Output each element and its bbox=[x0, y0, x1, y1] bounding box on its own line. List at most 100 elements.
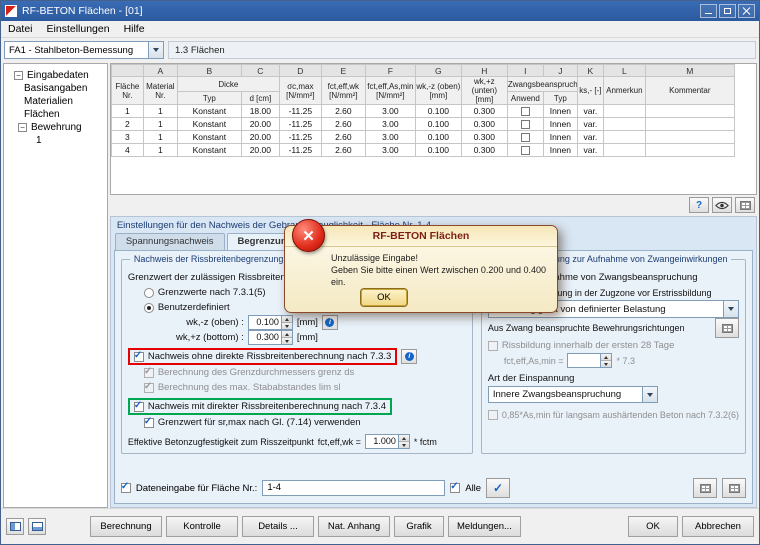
panel-left-icon bbox=[10, 522, 21, 531]
header-row-1: Fläche Nr. Material Nr. Dicke σc,max [N/… bbox=[111, 77, 734, 92]
chevron-down-icon[interactable] bbox=[148, 42, 163, 58]
berechnung-button[interactable]: Berechnung bbox=[90, 516, 162, 537]
error-ok-button[interactable]: OK bbox=[361, 289, 407, 306]
table-grid-icon bbox=[740, 201, 751, 210]
toggle-navigator-button[interactable] bbox=[6, 518, 24, 535]
maximize-button[interactable] bbox=[719, 4, 736, 18]
col-fct-wk: fct,eff,wk [N/mm²] bbox=[321, 77, 365, 105]
spinner-arrows[interactable] bbox=[281, 316, 292, 329]
collapse-icon[interactable]: − bbox=[18, 123, 27, 132]
table-row[interactable]: 21 Konstant20.00 -11.252.60 3.000.100 0.… bbox=[111, 118, 734, 131]
restraint-type-label: Art der Einspannung bbox=[488, 371, 739, 386]
menu-bar: Datei Einstellungen Hilfe bbox=[1, 21, 759, 38]
close-button[interactable] bbox=[738, 4, 755, 18]
info-button[interactable]: i bbox=[322, 315, 338, 330]
maximize-icon bbox=[724, 8, 731, 14]
eff-tension-input[interactable]: 1.000 bbox=[365, 434, 410, 449]
help-button[interactable]: ? bbox=[689, 197, 709, 213]
table-row[interactable]: 11 Konstant18.00 -11.252.60 3.000.100 0.… bbox=[111, 105, 734, 118]
radio-icon[interactable] bbox=[144, 303, 154, 313]
menu-datei[interactable]: Datei bbox=[8, 23, 33, 35]
table-grid-icon bbox=[729, 484, 740, 493]
all-checkbox[interactable] bbox=[450, 483, 460, 493]
anwend-checkbox[interactable] bbox=[521, 120, 530, 129]
info-icon: i bbox=[325, 318, 334, 327]
col-material: Material Nr. bbox=[143, 77, 177, 105]
nat-anhang-button[interactable]: Nat. Anhang bbox=[318, 516, 390, 537]
apply-button[interactable]: ✓ bbox=[486, 478, 510, 498]
close-icon bbox=[743, 7, 751, 15]
meldungen-button[interactable]: Meldungen... bbox=[448, 516, 521, 537]
apply-to-rows-button[interactable] bbox=[693, 478, 717, 498]
anwend-checkbox[interactable] bbox=[521, 107, 530, 116]
surfaces-table[interactable]: ABC DEF GHI JKL M Fläche Nr. Material Nr… bbox=[111, 64, 735, 157]
tree-item-bewehrung-1[interactable]: 1 bbox=[6, 134, 105, 147]
table-settings-button[interactable] bbox=[735, 197, 755, 213]
col-wk-oben: wk,-z (oben) [mm] bbox=[415, 77, 461, 105]
check-with-direct-calc[interactable]: Nachweis mit direkter Rissbreitenberechn… bbox=[128, 398, 392, 415]
data-entry-checkbox[interactable] bbox=[121, 483, 131, 493]
error-icon: ✕ bbox=[292, 219, 325, 252]
abbrechen-button[interactable]: Abbrechen bbox=[682, 516, 754, 537]
wk-bottom-unit: [mm] bbox=[297, 332, 318, 343]
menu-einstellungen[interactable]: Einstellungen bbox=[47, 23, 110, 35]
check-cracking-28days: Rissbildung innerhalb der ersten 28 Tage bbox=[488, 338, 739, 353]
eye-icon bbox=[715, 201, 729, 210]
tree-item-materialien[interactable]: Materialien bbox=[6, 95, 105, 108]
eff-tension-symbol: fct,eff,wk = bbox=[318, 437, 361, 447]
app-window: RF-BETON Flächen - [01] Datei Einstellun… bbox=[0, 0, 760, 545]
checkbox-icon[interactable] bbox=[134, 402, 144, 412]
tree-item-bewehrung[interactable]: − Bewehrung bbox=[6, 121, 105, 134]
data-entry-input[interactable]: 1-4 bbox=[262, 480, 445, 496]
checkbox-icon[interactable] bbox=[134, 352, 144, 362]
spinner-arrows[interactable] bbox=[281, 331, 292, 344]
eff-tension-suffix: * fctm bbox=[414, 437, 437, 447]
anwend-checkbox[interactable] bbox=[521, 133, 530, 142]
eff-tension-label: Effektive Betonzugfestigkeit zum Risszei… bbox=[128, 437, 314, 447]
fct-asmin-input bbox=[567, 353, 612, 368]
menu-hilfe[interactable]: Hilfe bbox=[124, 23, 145, 35]
wk-bottom-input[interactable]: 0.300 bbox=[248, 330, 293, 345]
restraint-type-combo[interactable]: Innere Zwangsbeanspruchung bbox=[488, 386, 658, 403]
details-button[interactable]: Details ... bbox=[242, 516, 314, 537]
restraint-directions-button[interactable] bbox=[715, 318, 739, 338]
tree-item-eingabedaten[interactable]: − Eingabedaten bbox=[6, 69, 105, 82]
col-wk-unten: wk,+z (unten) [mm] bbox=[461, 77, 507, 105]
radio-icon[interactable] bbox=[144, 288, 154, 298]
col-kommentar: Kommentar bbox=[645, 77, 734, 105]
kontrolle-button[interactable]: Kontrolle bbox=[166, 516, 238, 537]
info-button[interactable]: i bbox=[401, 349, 417, 364]
info-icon: i bbox=[405, 352, 414, 361]
ok-button[interactable]: OK bbox=[628, 516, 678, 537]
app-icon bbox=[5, 5, 17, 17]
chevron-down-icon[interactable] bbox=[642, 387, 657, 402]
wk-top-label: wk,-z (oben) : bbox=[156, 317, 244, 328]
tab-spannungsnachweis[interactable]: Spannungsnachweis bbox=[115, 233, 225, 250]
grafik-button[interactable]: Grafik bbox=[394, 516, 444, 537]
chevron-down-icon[interactable] bbox=[723, 301, 738, 317]
checkbox-icon bbox=[144, 383, 154, 393]
view-button[interactable] bbox=[712, 197, 732, 213]
data-entry-row: Dateneingabe für Fläche Nr.: 1-4 Alle ✓ bbox=[121, 478, 746, 498]
checkbox-icon[interactable] bbox=[144, 418, 154, 428]
error-dialog: ✕ RF-BETON Flächen Unzulässige Eingabe! … bbox=[284, 225, 558, 313]
checkbox-icon bbox=[488, 341, 498, 351]
table-row[interactable]: 41 Konstant20.00 -11.252.60 3.000.100 0.… bbox=[111, 144, 734, 157]
check-without-direct-calc[interactable]: Nachweis ohne direkte Rissbreitenberechn… bbox=[128, 348, 397, 365]
toggle-details-button[interactable] bbox=[28, 518, 46, 535]
anwend-checkbox[interactable] bbox=[521, 146, 530, 155]
error-message-line1: Unzulässige Eingabe! bbox=[331, 252, 549, 264]
tree-item-basisangaben[interactable]: Basisangaben bbox=[6, 82, 105, 95]
minimize-button[interactable] bbox=[700, 4, 717, 18]
check-srmax[interactable]: Grenzwert für sr,max nach Gl. (7.14) ver… bbox=[128, 415, 466, 430]
table-row[interactable]: 31 Konstant20.00 -11.252.60 3.000.100 0.… bbox=[111, 131, 734, 144]
tree-item-flaechen[interactable]: Flächen bbox=[6, 108, 105, 121]
spinner-arrows[interactable] bbox=[398, 435, 409, 448]
col-anmerkung: Anmerkun bbox=[603, 77, 645, 105]
collapse-icon[interactable]: − bbox=[14, 71, 23, 80]
wk-top-input[interactable]: 0.100 bbox=[248, 315, 293, 330]
design-case-combo[interactable]: FA1 - Stahlbeton-Bemessung bbox=[4, 41, 164, 59]
data-entry-label: Dateneingabe für Fläche Nr.: bbox=[136, 483, 257, 494]
apply-to-columns-button[interactable] bbox=[722, 478, 746, 498]
panel-bottom-icon bbox=[32, 522, 43, 531]
